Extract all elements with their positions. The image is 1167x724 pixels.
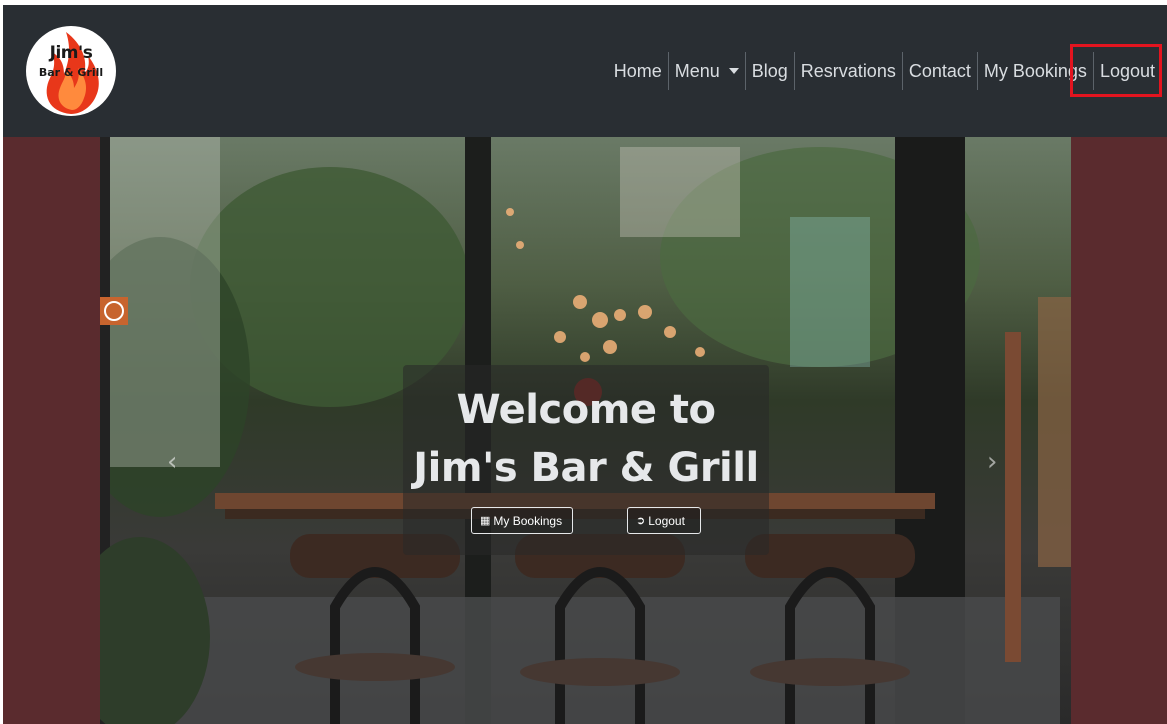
hero-carousel: ‹ › Welcome to Jim's Bar & Grill ▦ My Bo…: [3, 137, 1167, 724]
navbar: Jim's Bar & Grill Home Menu Blog Resrvat…: [3, 5, 1167, 137]
hero-title-line2: Jim's Bar & Grill: [413, 445, 759, 491]
sign-out-icon: ➲: [636, 515, 646, 527]
nav-logout-label: Logout: [1099, 60, 1155, 81]
hero-my-bookings-label: My Bookings: [493, 513, 563, 528]
nav-reservations[interactable]: Resrvations: [793, 52, 902, 90]
nav-blog-label: Blog: [751, 60, 788, 81]
hero-caption: Welcome to Jim's Bar & Grill ▦ My Bookin…: [403, 365, 769, 555]
hero-my-bookings-button[interactable]: ▦ My Bookings: [471, 507, 573, 534]
nav-menu-dropdown[interactable]: Menu: [667, 52, 745, 90]
hero-title-line1: Welcome to: [456, 387, 716, 433]
chevron-left-icon[interactable]: ‹: [167, 447, 177, 477]
hero-logout-button[interactable]: ➲ Logout: [627, 507, 701, 534]
calendar-icon: ▦: [480, 515, 491, 527]
caret-down-icon: [728, 68, 739, 74]
nav-contact-label: Contact: [908, 60, 971, 81]
logo-title: Jim's: [49, 43, 93, 63]
nav-menu-label: Menu: [674, 60, 720, 81]
nav-home[interactable]: Home: [608, 52, 668, 90]
brand-logo[interactable]: Jim's Bar & Grill: [26, 26, 116, 116]
nav-logout[interactable]: Logout: [1092, 52, 1161, 90]
nav-my-bookings[interactable]: My Bookings: [976, 52, 1093, 90]
nav-home-label: Home: [613, 60, 662, 81]
chevron-right-icon[interactable]: ›: [987, 447, 997, 477]
nav-contact[interactable]: Contact: [901, 52, 977, 90]
nav-my-bookings-label: My Bookings: [983, 60, 1087, 81]
hero-logout-label: Logout: [648, 513, 685, 528]
logo-subtitle: Bar & Grill: [38, 66, 104, 79]
main-nav: Home Menu Blog Resrvations Contact My Bo…: [608, 52, 1161, 90]
nav-reservations-label: Resrvations: [800, 60, 896, 81]
nav-blog[interactable]: Blog: [744, 52, 794, 90]
